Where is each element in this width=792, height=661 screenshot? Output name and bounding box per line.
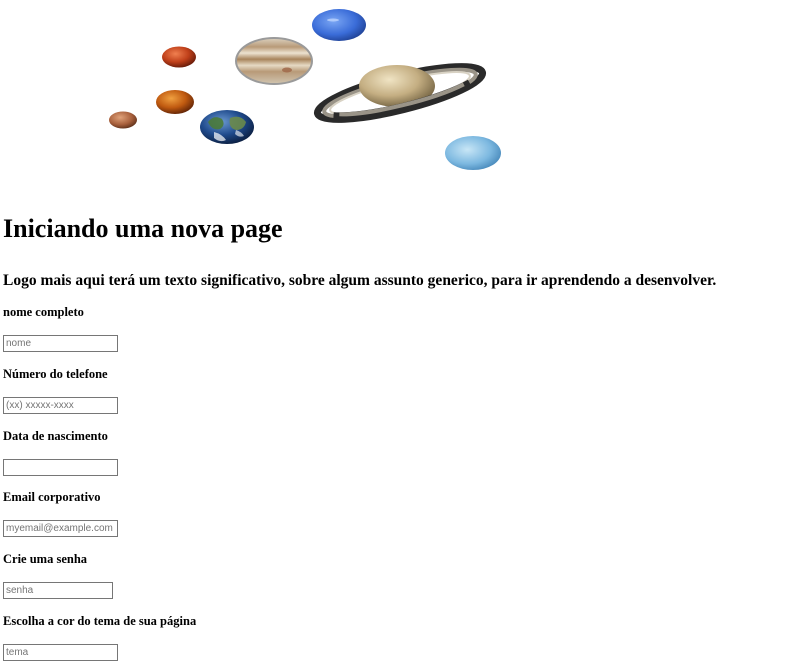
planets-banner [0, 0, 792, 200]
mars-planet [162, 46, 196, 68]
saturn-planet [313, 63, 487, 123]
venus-planet [156, 90, 194, 114]
earth-planet [200, 110, 254, 144]
neptune-planet [312, 9, 366, 41]
birth-date-input[interactable] [3, 459, 118, 476]
name-input[interactable] [3, 335, 118, 352]
password-label: Crie uma senha [3, 552, 88, 566]
phone-input[interactable] [3, 397, 118, 414]
page-subtitle: Logo mais aqui terá um texto significati… [3, 272, 717, 289]
name-label: nome completo [3, 305, 84, 319]
planets-image [109, 9, 501, 170]
page-title: Iniciando uma nova page [3, 214, 283, 243]
birth-date-label: Data de nascimento [3, 429, 108, 443]
uranus-planet [445, 136, 501, 170]
jupiter-planet [235, 37, 313, 85]
email-input[interactable] [3, 520, 118, 537]
password-input[interactable] [3, 582, 113, 599]
mercury-planet [109, 111, 137, 129]
theme-color-label: Escolha a cor do tema de sua página [3, 614, 197, 628]
theme-color-input[interactable] [3, 644, 118, 661]
phone-label: Número do telefone [3, 367, 108, 381]
email-label: Email corporativo [3, 490, 101, 504]
